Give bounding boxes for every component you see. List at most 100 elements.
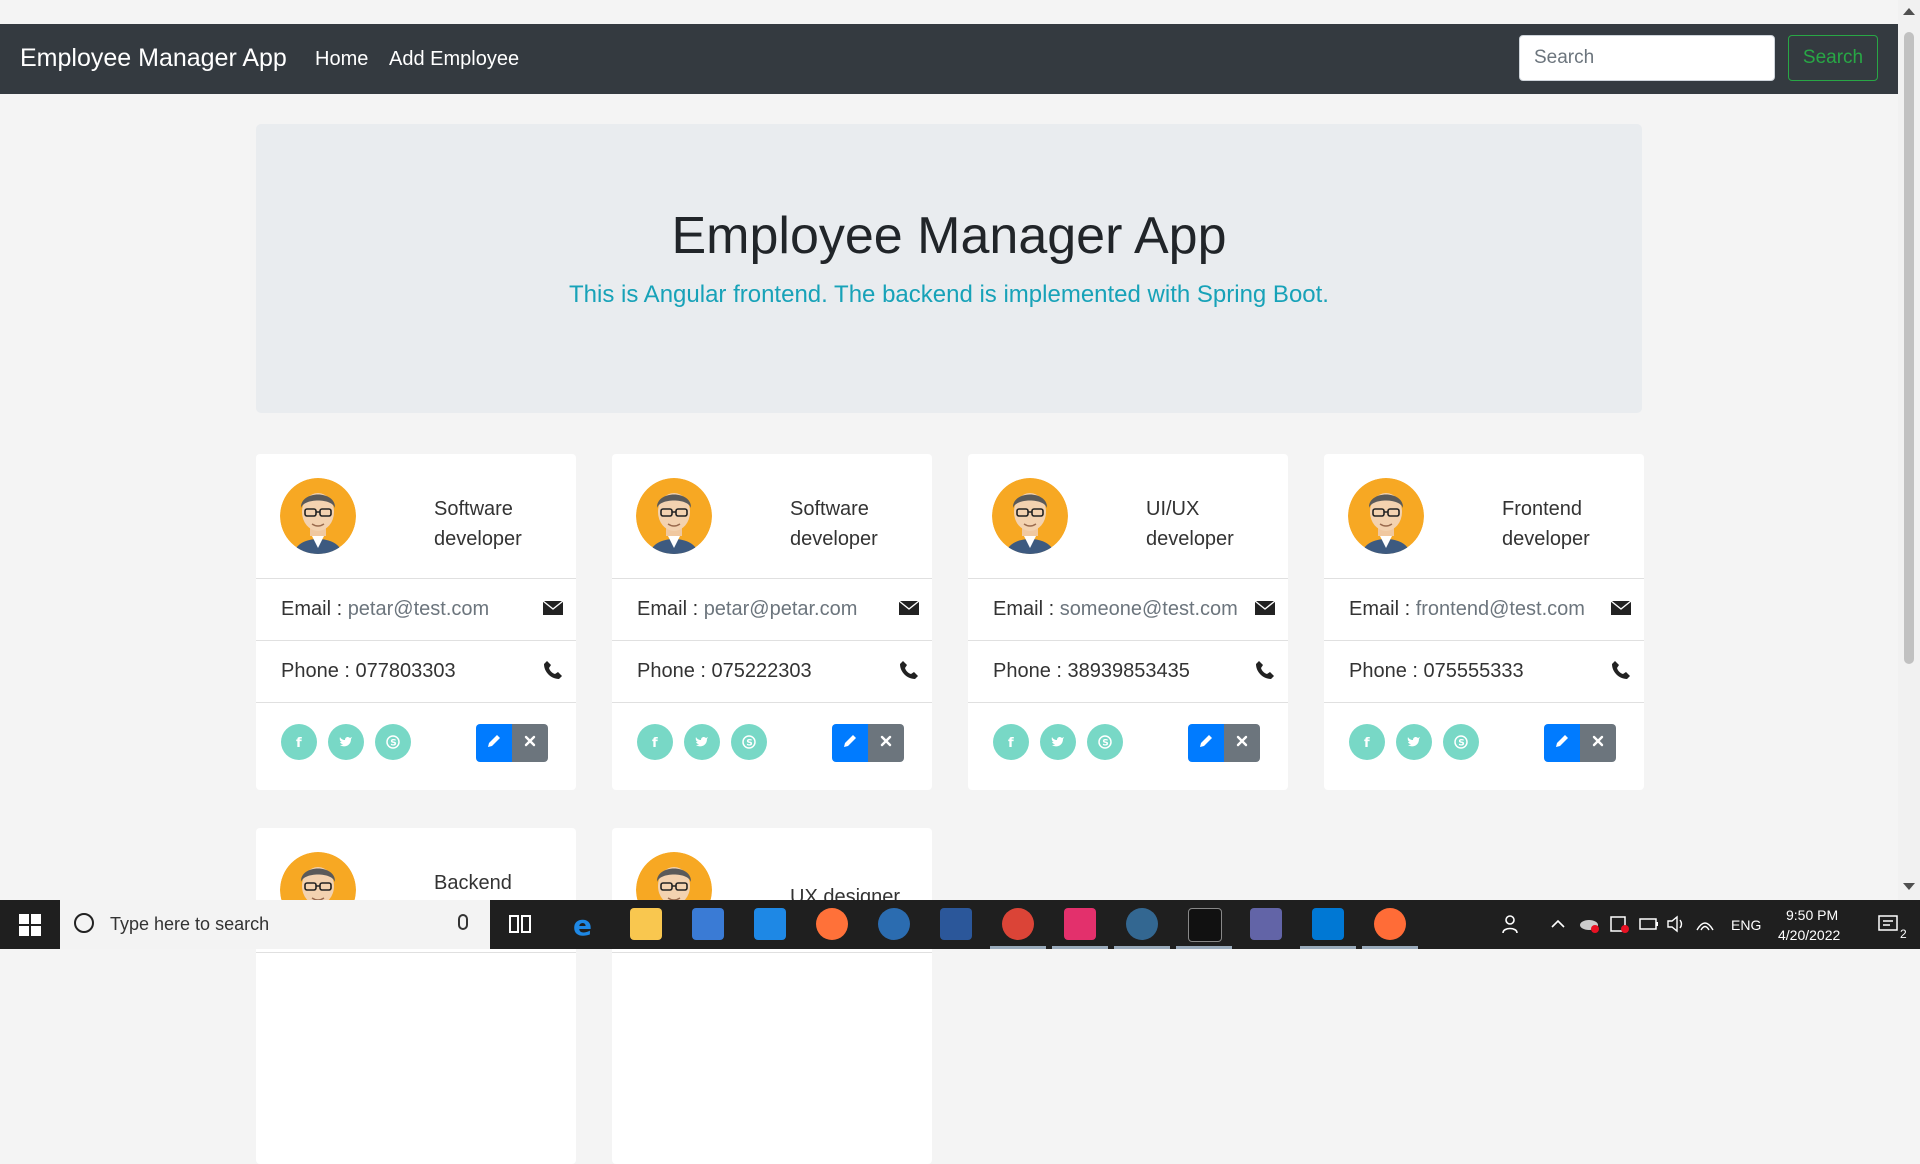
wifi-icon[interactable]	[1694, 914, 1716, 934]
scroll-thumb[interactable]	[1904, 32, 1914, 664]
employee-email-row: Email : petar@petar.com	[612, 579, 932, 641]
delete-employee-button[interactable]	[512, 724, 548, 762]
search-button[interactable]: Search	[1788, 35, 1878, 81]
edit-employee-button[interactable]	[832, 724, 868, 762]
edit-employee-button[interactable]	[476, 724, 512, 762]
security-icon[interactable]	[1608, 913, 1630, 935]
employee-card-header: Frontend developer	[1324, 454, 1644, 579]
skype-icon[interactable]: S	[375, 724, 411, 760]
employee-email-row: Email : petar@test.com	[256, 579, 576, 641]
svg-text:S: S	[390, 739, 396, 749]
employee-phone-text: Phone : 38939853435	[993, 660, 1190, 683]
close-icon	[879, 734, 893, 753]
delete-employee-button[interactable]	[1224, 724, 1260, 762]
intellij-icon[interactable]	[1064, 908, 1096, 940]
employee-card: UI/UX developer Email : someone@test.com…	[968, 454, 1288, 790]
chrome-icon[interactable]	[1002, 908, 1034, 940]
svg-text:f: f	[652, 736, 658, 749]
page-title: Employee Manager App	[671, 207, 1227, 265]
employee-email[interactable]: petar@petar.com	[704, 598, 858, 620]
svg-text:S: S	[1458, 739, 1464, 749]
employee-card: Backend	[256, 828, 576, 1164]
file-explorer-icon[interactable]	[630, 908, 662, 940]
pencil-icon	[486, 733, 502, 754]
postman-icon[interactable]	[1374, 908, 1406, 940]
nav-link-add-employee[interactable]: Add Employee	[389, 48, 519, 71]
svg-text:S: S	[746, 739, 752, 749]
microphone-icon[interactable]	[458, 914, 468, 930]
clock-date[interactable]: 4/20/2022	[1778, 927, 1840, 943]
onedrive-icon[interactable]	[1578, 913, 1600, 935]
facebook-icon[interactable]: f	[637, 724, 673, 760]
employee-job-title: Software developer	[434, 498, 522, 550]
facebook-icon[interactable]: f	[993, 724, 1029, 760]
employee-email-text: Email : petar@petar.com	[637, 598, 857, 621]
twitter-icon[interactable]	[1040, 724, 1076, 760]
scroll-down-arrow-icon[interactable]	[1903, 883, 1915, 890]
volume-icon[interactable]	[1666, 914, 1688, 934]
language-indicator[interactable]: ENG	[1731, 917, 1761, 933]
employee-phone-text: Phone : 075555333	[1349, 660, 1524, 683]
task-view-icon[interactable]	[504, 908, 536, 940]
email-label: Email :	[1349, 598, 1416, 620]
edge-icon[interactable]: e	[568, 908, 600, 942]
windows-start-button[interactable]	[0, 900, 60, 949]
microsoft-store-icon[interactable]	[692, 908, 724, 940]
delete-employee-button[interactable]	[868, 724, 904, 762]
close-icon	[1591, 734, 1605, 753]
scroll-up-arrow-icon[interactable]	[1903, 8, 1915, 15]
people-icon[interactable]	[1500, 912, 1524, 936]
mail-icon[interactable]	[754, 908, 786, 940]
skype-icon[interactable]: S	[1443, 724, 1479, 760]
employee-email-text: Email : petar@test.com	[281, 598, 489, 621]
battery-icon[interactable]	[1638, 914, 1660, 934]
top-strip	[0, 0, 1898, 24]
employee-phone: 077803303	[355, 660, 456, 682]
employee-email[interactable]: petar@test.com	[348, 598, 489, 620]
page-scrollbar[interactable]	[1898, 0, 1920, 900]
terminal-icon[interactable]	[1188, 908, 1222, 942]
postgresql-icon[interactable]	[1126, 908, 1158, 940]
delete-employee-button[interactable]	[1580, 724, 1616, 762]
pencil-icon	[842, 733, 858, 754]
page-subtitle: This is Angular frontend. The backend is…	[569, 281, 1329, 308]
edit-employee-button[interactable]	[1544, 724, 1580, 762]
chevron-up-icon[interactable]	[1548, 914, 1568, 934]
nav-link-home[interactable]: Home	[315, 48, 368, 71]
employee-phone-row: Phone : 077803303	[256, 641, 576, 703]
windows-logo-icon	[19, 913, 41, 936]
facebook-icon[interactable]: f	[1349, 724, 1385, 760]
vscode-icon[interactable]	[1312, 908, 1344, 940]
teams-icon[interactable]	[1250, 908, 1282, 940]
facebook-icon[interactable]: f	[281, 724, 317, 760]
employee-card-header: Software developer	[256, 454, 576, 579]
employee-phone: 075222303	[711, 660, 812, 682]
search-input[interactable]	[1519, 35, 1775, 81]
pencil-icon	[1198, 733, 1214, 754]
whatsapp-desktop-icon[interactable]	[878, 908, 910, 940]
skype-icon[interactable]: S	[731, 724, 767, 760]
employee-phone: 075555333	[1423, 660, 1524, 682]
clock-time[interactable]: 9:50 PM	[1786, 907, 1838, 923]
word-icon[interactable]	[940, 908, 972, 940]
employee-email[interactable]: frontend@test.com	[1416, 598, 1585, 620]
taskbar-search-box[interactable]: Type here to search	[60, 900, 490, 949]
skype-icon[interactable]: S	[1087, 724, 1123, 760]
windows-taskbar: Type here to search e ENG 9:50 PM 4/20/2…	[0, 900, 1920, 949]
employee-job-title: Backend	[434, 872, 512, 894]
edit-employee-button[interactable]	[1188, 724, 1224, 762]
employee-email-row: Email : frontend@test.com	[1324, 579, 1644, 641]
twitter-icon[interactable]	[684, 724, 720, 760]
twitter-icon[interactable]	[1396, 724, 1432, 760]
employee-email[interactable]: someone@test.com	[1060, 598, 1238, 620]
notifications-icon[interactable]	[1876, 912, 1902, 938]
twitter-icon[interactable]	[328, 724, 364, 760]
envelope-icon	[542, 597, 564, 619]
navbar-brand[interactable]: Employee Manager App	[20, 44, 287, 73]
phone-label: Phone :	[637, 660, 712, 682]
svg-text:f: f	[1008, 736, 1014, 749]
svg-text:f: f	[296, 736, 302, 749]
taskbar-search-placeholder: Type here to search	[110, 914, 270, 934]
employee-phone-text: Phone : 077803303	[281, 660, 456, 683]
firefox-icon[interactable]	[816, 908, 848, 940]
